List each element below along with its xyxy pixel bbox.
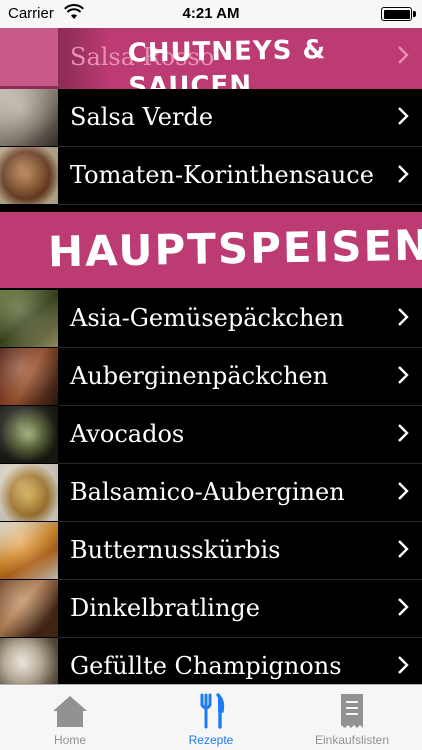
chevron-right-icon xyxy=(398,482,409,500)
chevron-right-icon xyxy=(398,107,409,125)
recipe-title: Avocados xyxy=(70,420,185,448)
chevron-right-icon xyxy=(398,540,409,558)
recipe-title: Auberginenpäckchen xyxy=(70,362,329,390)
row-divider xyxy=(58,204,422,205)
recipe-thumbnail xyxy=(0,290,58,347)
recipe-list[interactable]: Salsa Rosso Chutneys & Saucen Salsa Verd… xyxy=(0,28,422,684)
chevron-right-icon xyxy=(398,656,409,674)
section-header-hauptspeisen: Hauptspeisen xyxy=(0,212,422,288)
tab-bar: Home Rezepte Einkaufslisten xyxy=(0,684,422,750)
list-item[interactable]: Gefüllte Champignons xyxy=(0,638,422,684)
house-icon xyxy=(53,696,87,727)
list-item[interactable]: Auberginenpäckchen xyxy=(0,348,422,406)
recipe-thumbnail xyxy=(0,580,58,637)
receipt-icon xyxy=(341,694,363,728)
recipe-title: Balsamico-Auberginen xyxy=(70,478,345,506)
list-item[interactable]: Butternusskürbis xyxy=(0,522,422,580)
chevron-right-icon xyxy=(398,598,409,616)
recipe-thumbnail xyxy=(0,522,58,579)
recipe-thumbnail xyxy=(0,464,58,521)
recipe-thumbnail xyxy=(0,348,58,405)
status-bar: Carrier 4:21 AM xyxy=(0,0,422,28)
tab-label: Einkaufslisten xyxy=(314,733,390,747)
recipe-title: Dinkelbratlinge xyxy=(70,594,260,622)
tab-label: Rezepte xyxy=(188,733,234,747)
recipe-title: Asia-Gemüsepäckchen xyxy=(70,304,345,332)
recipe-thumbnail xyxy=(0,147,58,204)
recipe-title: Gefüllte Champignons xyxy=(70,652,342,680)
tab-rezepte[interactable]: Rezepte xyxy=(141,685,281,750)
recipe-title: Tomaten-Korinthensauce xyxy=(70,161,374,189)
list-item[interactable]: Dinkelbratlinge xyxy=(0,580,422,638)
tab-label: Home xyxy=(53,733,86,747)
chevron-right-icon xyxy=(398,165,409,183)
recipe-title: Butternusskürbis xyxy=(70,536,281,564)
list-item[interactable]: Balsamico-Auberginen xyxy=(0,464,422,522)
recipe-thumbnail xyxy=(0,638,58,684)
chevron-right-icon xyxy=(398,424,409,442)
chevron-right-icon xyxy=(398,308,409,326)
battery-level xyxy=(383,9,410,19)
list-item[interactable]: Salsa Verde xyxy=(0,89,422,147)
recipe-thumbnail xyxy=(0,28,58,86)
section-title: Hauptspeisen xyxy=(47,220,422,277)
list-item[interactable]: Tomaten-Korinthensauce xyxy=(0,147,422,205)
battery-icon xyxy=(381,7,416,21)
recipe-thumbnail xyxy=(0,89,58,146)
tab-home[interactable]: Home xyxy=(0,685,140,750)
recipe-title: Salsa Verde xyxy=(70,103,214,131)
list-item[interactable]: Avocados xyxy=(0,406,422,464)
fork-knife-icon xyxy=(200,693,225,729)
chevron-right-icon xyxy=(398,366,409,384)
tab-einkaufslisten[interactable]: Einkaufslisten xyxy=(282,685,422,750)
list-item[interactable]: Asia-Gemüsepäckchen xyxy=(0,290,422,348)
status-time: 4:21 AM xyxy=(182,5,240,22)
recipe-thumbnail xyxy=(0,406,58,463)
